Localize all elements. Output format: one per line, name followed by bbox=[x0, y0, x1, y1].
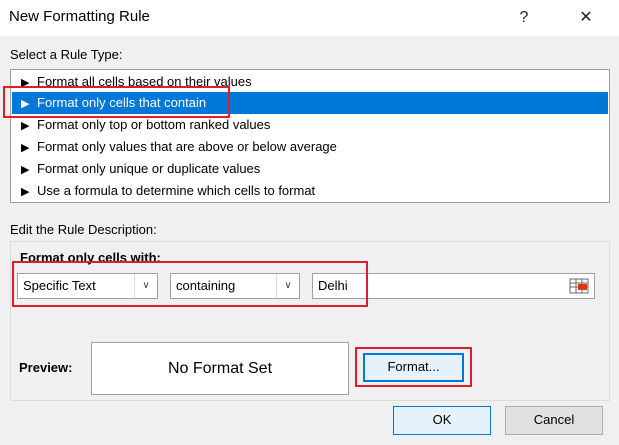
rule-type-item[interactable]: ▶ Format only unique or duplicate values bbox=[12, 158, 608, 180]
close-button[interactable]: ✕ bbox=[572, 6, 600, 30]
triangle-right-icon: ▶ bbox=[21, 142, 30, 154]
highlight-box-rule-type bbox=[3, 86, 230, 118]
highlight-box-format bbox=[355, 347, 472, 387]
preview-label: Preview: bbox=[19, 360, 73, 375]
preview-box: No Format Set bbox=[91, 342, 349, 395]
ok-button[interactable]: OK bbox=[393, 406, 491, 435]
triangle-right-icon: ▶ bbox=[21, 120, 30, 132]
triangle-right-icon: ▶ bbox=[21, 164, 30, 176]
rule-type-item[interactable]: ▶ Format only values that are above or be… bbox=[12, 136, 608, 158]
rule-type-item[interactable]: ▶ Use a formula to determine which cells … bbox=[12, 180, 608, 202]
highlight-box-criteria bbox=[12, 261, 368, 307]
dialog-title: New Formatting Rule bbox=[9, 8, 150, 25]
collapse-dialog-icon[interactable] bbox=[569, 278, 589, 294]
select-rule-type-label: Select a Rule Type: bbox=[10, 47, 123, 62]
triangle-right-icon: ▶ bbox=[21, 186, 30, 198]
edit-rule-description-label: Edit the Rule Description: bbox=[10, 222, 157, 237]
help-button[interactable]: ? bbox=[510, 6, 538, 30]
cancel-button[interactable]: Cancel bbox=[505, 406, 603, 435]
